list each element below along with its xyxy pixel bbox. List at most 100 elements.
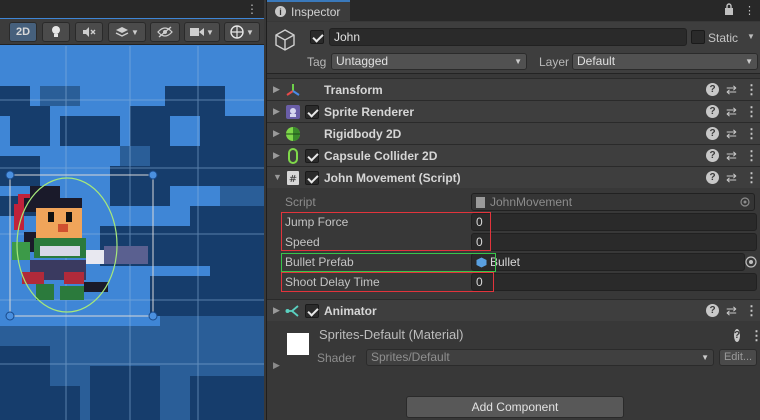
menu-icon[interactable]: ⋮ <box>750 329 760 342</box>
component-john-movement[interactable]: ▼ # John Movement (Script) ? ⇄ ⋮ <box>267 166 760 188</box>
inspector-panel: i Inspector ⋮ John Static ▼ Tag Untagged… <box>266 0 760 420</box>
component-transform[interactable]: ▶ Transform ? ⇄ ⋮ <box>267 78 760 100</box>
material-section: Sprites-Default (Material) ? ⋮ Shader Sp… <box>267 321 760 387</box>
enabled-checkbox[interactable] <box>305 171 319 185</box>
foldout-arrow-icon[interactable]: ▶ <box>273 150 280 161</box>
menu-icon[interactable]: ⋮ <box>744 4 755 17</box>
foldout-arrow-icon[interactable]: ▶ <box>273 106 280 117</box>
effects-layers-icon[interactable]: ▼ <box>108 22 146 42</box>
tag-value: Untagged <box>336 54 389 68</box>
material-swatch[interactable] <box>287 333 309 355</box>
chevron-down-icon: ▼ <box>745 57 753 66</box>
rigidbody-2d-icon <box>286 127 300 141</box>
jump-force-field[interactable]: 0 <box>471 213 757 231</box>
highlight-box-red <box>281 272 494 292</box>
foldout-arrow-expanded-icon[interactable]: ▼ <box>273 172 282 182</box>
menu-icon[interactable]: ⋮ <box>745 171 758 184</box>
script-reference-field: JohnMovement <box>471 193 755 211</box>
component-sprite-renderer[interactable]: ▶ Sprite Renderer ? ⇄ ⋮ <box>267 100 760 122</box>
static-label: Static <box>708 31 739 45</box>
shoot-delay-field[interactable]: 0 <box>471 273 757 291</box>
material-name: Sprites-Default (Material) <box>319 327 464 342</box>
shader-dropdown[interactable]: Sprites/Default ▼ <box>366 349 714 366</box>
layer-label: Layer <box>539 55 570 69</box>
edit-shader-button[interactable]: Edit... <box>719 349 757 366</box>
enabled-checkbox[interactable] <box>305 304 319 318</box>
component-title: Transform <box>324 83 383 97</box>
help-icon[interactable]: ? <box>706 83 719 96</box>
presets-icon[interactable]: ⇄ <box>725 105 738 118</box>
highlight-box-red <box>281 212 491 251</box>
foldout-arrow-icon[interactable]: ▶ <box>273 360 280 371</box>
help-icon[interactable]: ? <box>706 127 719 140</box>
lock-icon[interactable] <box>724 3 734 18</box>
help-icon[interactable]: ? <box>734 329 741 342</box>
presets-icon[interactable]: ⇄ <box>725 83 738 96</box>
menu-icon[interactable]: ⋮ <box>745 149 758 162</box>
shader-value: Sprites/Default <box>371 350 450 364</box>
chevron-down-icon: ▼ <box>206 27 214 37</box>
component-title: Animator <box>324 304 377 318</box>
component-title: John Movement (Script) <box>324 171 461 185</box>
speed-field[interactable]: 0 <box>471 233 757 251</box>
layer-value: Default <box>577 54 616 68</box>
chevron-down-icon: ▼ <box>514 57 522 66</box>
help-icon[interactable]: ? <box>706 105 719 118</box>
menu-icon[interactable]: ⋮ <box>745 83 758 96</box>
static-checkbox[interactable] <box>691 30 705 44</box>
presets-icon[interactable]: ⇄ <box>725 171 738 184</box>
object-name-field[interactable]: John <box>329 28 687 46</box>
object-picker-icon <box>740 197 750 207</box>
scene-toolbar: 2D ▼ ▼ ▼ <box>0 19 264 45</box>
svg-text:#: # <box>289 174 297 185</box>
scene-tab-strip: ⋮ <box>0 0 264 18</box>
presets-icon[interactable]: ⇄ <box>725 149 738 162</box>
visibility-icon[interactable] <box>150 22 180 42</box>
tab-inspector-label: Inspector <box>291 4 341 19</box>
add-component-button[interactable]: Add Component <box>406 396 624 418</box>
gameobject-header: John Static ▼ Tag Untagged ▼ Layer Defau… <box>267 22 760 74</box>
component-title: Rigidbody 2D <box>324 127 402 141</box>
foldout-arrow-icon[interactable]: ▶ <box>273 305 280 316</box>
help-icon[interactable]: ? <box>706 149 719 162</box>
menu-icon[interactable]: ⋮ <box>745 304 758 317</box>
bullet-prefab-field[interactable]: Bullet <box>471 253 745 271</box>
shader-label: Shader <box>317 351 356 365</box>
chevron-down-icon: ▼ <box>701 353 709 362</box>
gizmos-globe-icon[interactable]: ▼ <box>224 22 260 42</box>
light-bulb-icon[interactable] <box>42 22 70 42</box>
audio-mute-icon[interactable] <box>75 22 103 42</box>
scene-view[interactable]: ⋮ 2D ▼ ▼ ▼ <box>0 0 264 420</box>
transform-axes-icon <box>286 84 300 96</box>
tag-label: Tag <box>307 55 327 69</box>
script-value: JohnMovement <box>490 195 573 209</box>
script-icon: # <box>287 171 299 185</box>
component-rigidbody-2d[interactable]: ▶ Rigidbody 2D ? ⇄ ⋮ <box>267 122 760 144</box>
sprite-renderer-icon <box>286 105 300 119</box>
active-checkbox[interactable] <box>310 30 324 44</box>
menu-icon[interactable]: ⋮ <box>745 105 758 118</box>
help-icon[interactable]: ? <box>706 304 719 317</box>
presets-icon[interactable]: ⇄ <box>725 304 738 317</box>
scene-canvas[interactable] <box>0 46 264 420</box>
component-animator[interactable]: ▶ Animator ? ⇄ ⋮ <box>267 299 760 321</box>
foldout-arrow-icon[interactable]: ▶ <box>273 84 280 95</box>
object-picker-icon[interactable] <box>745 256 757 268</box>
script-label: Script <box>285 195 316 209</box>
camera-gizmo-icon[interactable]: ▼ <box>184 22 220 42</box>
chevron-down-icon[interactable]: ▼ <box>747 32 755 41</box>
tag-dropdown[interactable]: Untagged ▼ <box>331 53 527 70</box>
more-options-icon[interactable]: ⋮ <box>246 0 258 18</box>
enabled-checkbox[interactable] <box>305 149 319 163</box>
tab-inspector[interactable]: i Inspector <box>267 0 351 21</box>
foldout-arrow-icon[interactable]: ▶ <box>273 128 280 139</box>
menu-icon[interactable]: ⋮ <box>745 127 758 140</box>
layer-dropdown[interactable]: Default ▼ <box>572 53 758 70</box>
2d-mode-button[interactable]: 2D <box>9 22 37 42</box>
component-capsule-collider-2d[interactable]: ▶ Capsule Collider 2D ? ⇄ ⋮ <box>267 144 760 166</box>
enabled-checkbox[interactable] <box>305 105 319 119</box>
animator-icon <box>285 305 299 317</box>
help-icon[interactable]: ? <box>706 171 719 184</box>
capsule-collider-icon <box>288 148 298 164</box>
presets-icon[interactable]: ⇄ <box>725 127 738 140</box>
